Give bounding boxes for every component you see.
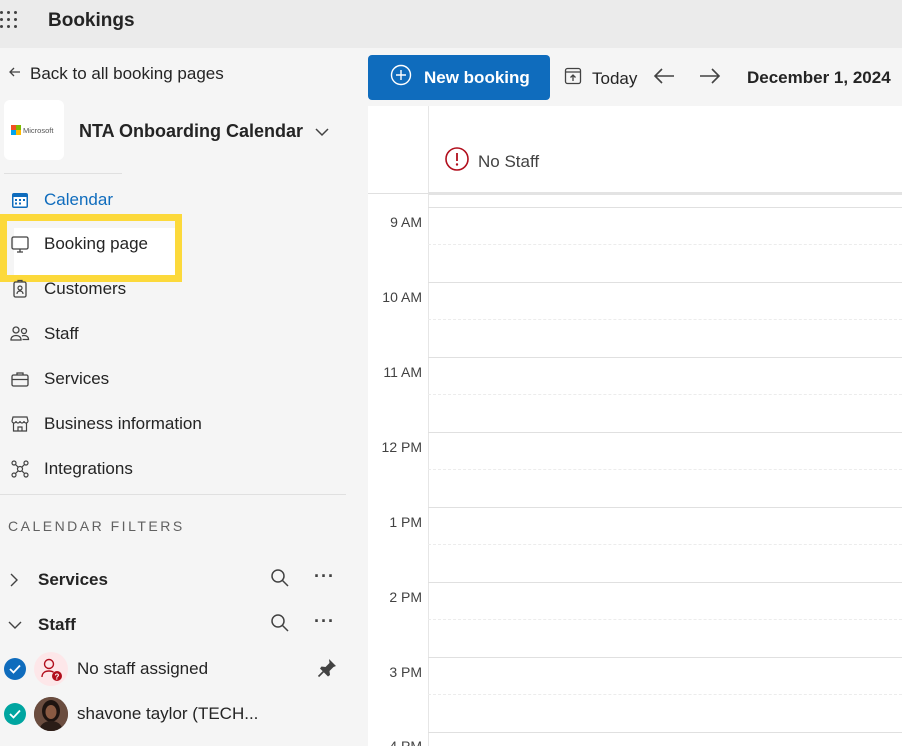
sidebar-item-label: Integrations xyxy=(44,459,133,478)
pin-icon[interactable] xyxy=(316,657,338,684)
sidebar-item-business-information[interactable]: Business information xyxy=(8,409,202,439)
add-circle-icon xyxy=(390,64,412,91)
building-shop-icon xyxy=(8,412,32,436)
warning-circle-icon xyxy=(444,146,470,177)
connections-icon xyxy=(8,457,32,481)
half-hour-line xyxy=(428,619,902,620)
sidebar-item-label: Customers xyxy=(44,279,127,298)
calendar-today-icon xyxy=(563,66,583,91)
hour-label: 11 AM xyxy=(383,364,422,380)
sidebar-item-label: Booking page xyxy=(44,234,148,253)
hour-label: 3 PM xyxy=(389,664,422,680)
sidebar-item-services[interactable]: Services xyxy=(8,364,109,394)
sidebar-item-label: Business information xyxy=(44,414,202,433)
business-logo: Microsoft xyxy=(4,100,64,160)
search-icon[interactable] xyxy=(270,568,290,593)
sidebar-item-booking-page[interactable]: Booking page xyxy=(8,229,148,259)
avatar xyxy=(34,697,68,731)
new-booking-label: New booking xyxy=(424,67,530,87)
hour-label: 10 AM xyxy=(382,289,422,305)
briefcase-icon xyxy=(8,367,32,391)
filter-group-label: Staff xyxy=(38,615,76,634)
hour-label: 9 AM xyxy=(390,214,422,230)
app-title: Bookings xyxy=(48,10,135,31)
hour-line xyxy=(428,282,902,283)
current-date[interactable]: December 1, 2024 xyxy=(747,68,891,88)
hour-label: 2 PM xyxy=(389,589,422,605)
staff-name: shavone taylor (TECH... xyxy=(77,704,259,723)
more-options-icon[interactable]: ··· xyxy=(314,611,335,632)
half-hour-line xyxy=(428,244,902,245)
search-icon[interactable] xyxy=(270,613,290,638)
chevron-right-icon[interactable] xyxy=(8,573,22,587)
sidebar-item-label: Services xyxy=(44,369,110,388)
staff-name: No staff assigned xyxy=(77,659,209,678)
hour-line xyxy=(428,207,902,208)
new-booking-button[interactable]: New booking xyxy=(368,55,550,100)
filter-group-services[interactable]: Services ··· xyxy=(8,566,348,594)
sidebar-item-integrations[interactable]: Integrations xyxy=(8,454,133,484)
app-launcher-icon[interactable] xyxy=(0,11,20,31)
hour-label: 4 PM xyxy=(389,738,422,746)
hour-label: 1 PM xyxy=(389,514,422,530)
checkbox-checked-icon[interactable] xyxy=(4,658,26,680)
staff-filter-item[interactable]: ? No staff assigned xyxy=(4,651,344,687)
column-header-label: No Staff xyxy=(478,151,540,171)
back-arrow-icon xyxy=(8,65,22,84)
divider xyxy=(0,494,346,495)
today-label: Today xyxy=(592,68,638,88)
sidebar-item-staff[interactable]: Staff xyxy=(8,319,79,349)
staff-filter-item[interactable]: shavone taylor (TECH... xyxy=(4,696,344,732)
filter-group-staff[interactable]: Staff ··· xyxy=(8,611,348,639)
microsoft-logo: Microsoft xyxy=(11,125,53,135)
sidebar-item-customers[interactable]: Customers xyxy=(8,274,126,304)
monitor-icon xyxy=(8,232,32,256)
app-header: Bookings xyxy=(0,0,902,48)
day-view-grid[interactable]: No Staff 9 AM 10 AM 11 AM 12 PM 1 PM 2 P… xyxy=(368,106,902,746)
people-icon xyxy=(8,322,32,346)
chevron-down-icon[interactable] xyxy=(8,619,22,631)
back-link-label: Back to all booking pages xyxy=(30,64,224,83)
sidebar-item-label: Staff xyxy=(44,324,79,343)
column-header: No Staff xyxy=(444,146,539,177)
sidebar-item-label: Calendar xyxy=(44,190,113,209)
checkbox-checked-icon[interactable] xyxy=(4,703,26,725)
time-column-divider xyxy=(428,106,429,746)
calendar-name[interactable]: NTA Onboarding Calendar xyxy=(79,121,303,142)
calendar-toolbar: New booking Today December 1, 2024 xyxy=(368,48,902,106)
filter-group-label: Services xyxy=(38,570,108,589)
no-staff-avatar-icon: ? xyxy=(34,652,68,686)
hour-line xyxy=(428,507,902,508)
today-button[interactable]: Today xyxy=(563,66,637,91)
hour-line xyxy=(428,582,902,583)
more-options-icon[interactable]: ··· xyxy=(314,566,335,587)
hour-line xyxy=(428,357,902,358)
sidebar: Back to all booking pages Microsoft NTA … xyxy=(0,48,368,746)
previous-arrow-icon[interactable] xyxy=(652,66,676,91)
divider xyxy=(4,173,122,174)
hour-line xyxy=(428,732,902,733)
logo-text: Microsoft xyxy=(23,125,54,135)
divider xyxy=(428,192,902,195)
next-arrow-icon[interactable] xyxy=(698,66,722,91)
half-hour-line xyxy=(428,544,902,545)
hour-label: 12 PM xyxy=(381,439,422,455)
contact-card-icon xyxy=(8,277,32,301)
hour-line xyxy=(428,432,902,433)
calendar-main: New booking Today December 1, 2024 No St… xyxy=(368,48,902,746)
chevron-down-icon[interactable] xyxy=(312,122,332,142)
calendar-filters-heading: CALENDAR FILTERS xyxy=(8,518,185,534)
half-hour-line xyxy=(428,469,902,470)
svg-text:?: ? xyxy=(55,673,60,682)
half-hour-line xyxy=(428,694,902,695)
half-hour-line xyxy=(428,319,902,320)
calendar-icon xyxy=(8,188,32,212)
half-hour-line xyxy=(428,394,902,395)
back-to-booking-pages-link[interactable]: Back to all booking pages xyxy=(8,64,224,84)
hour-line xyxy=(428,657,902,658)
sidebar-item-calendar[interactable]: Calendar xyxy=(8,185,113,215)
